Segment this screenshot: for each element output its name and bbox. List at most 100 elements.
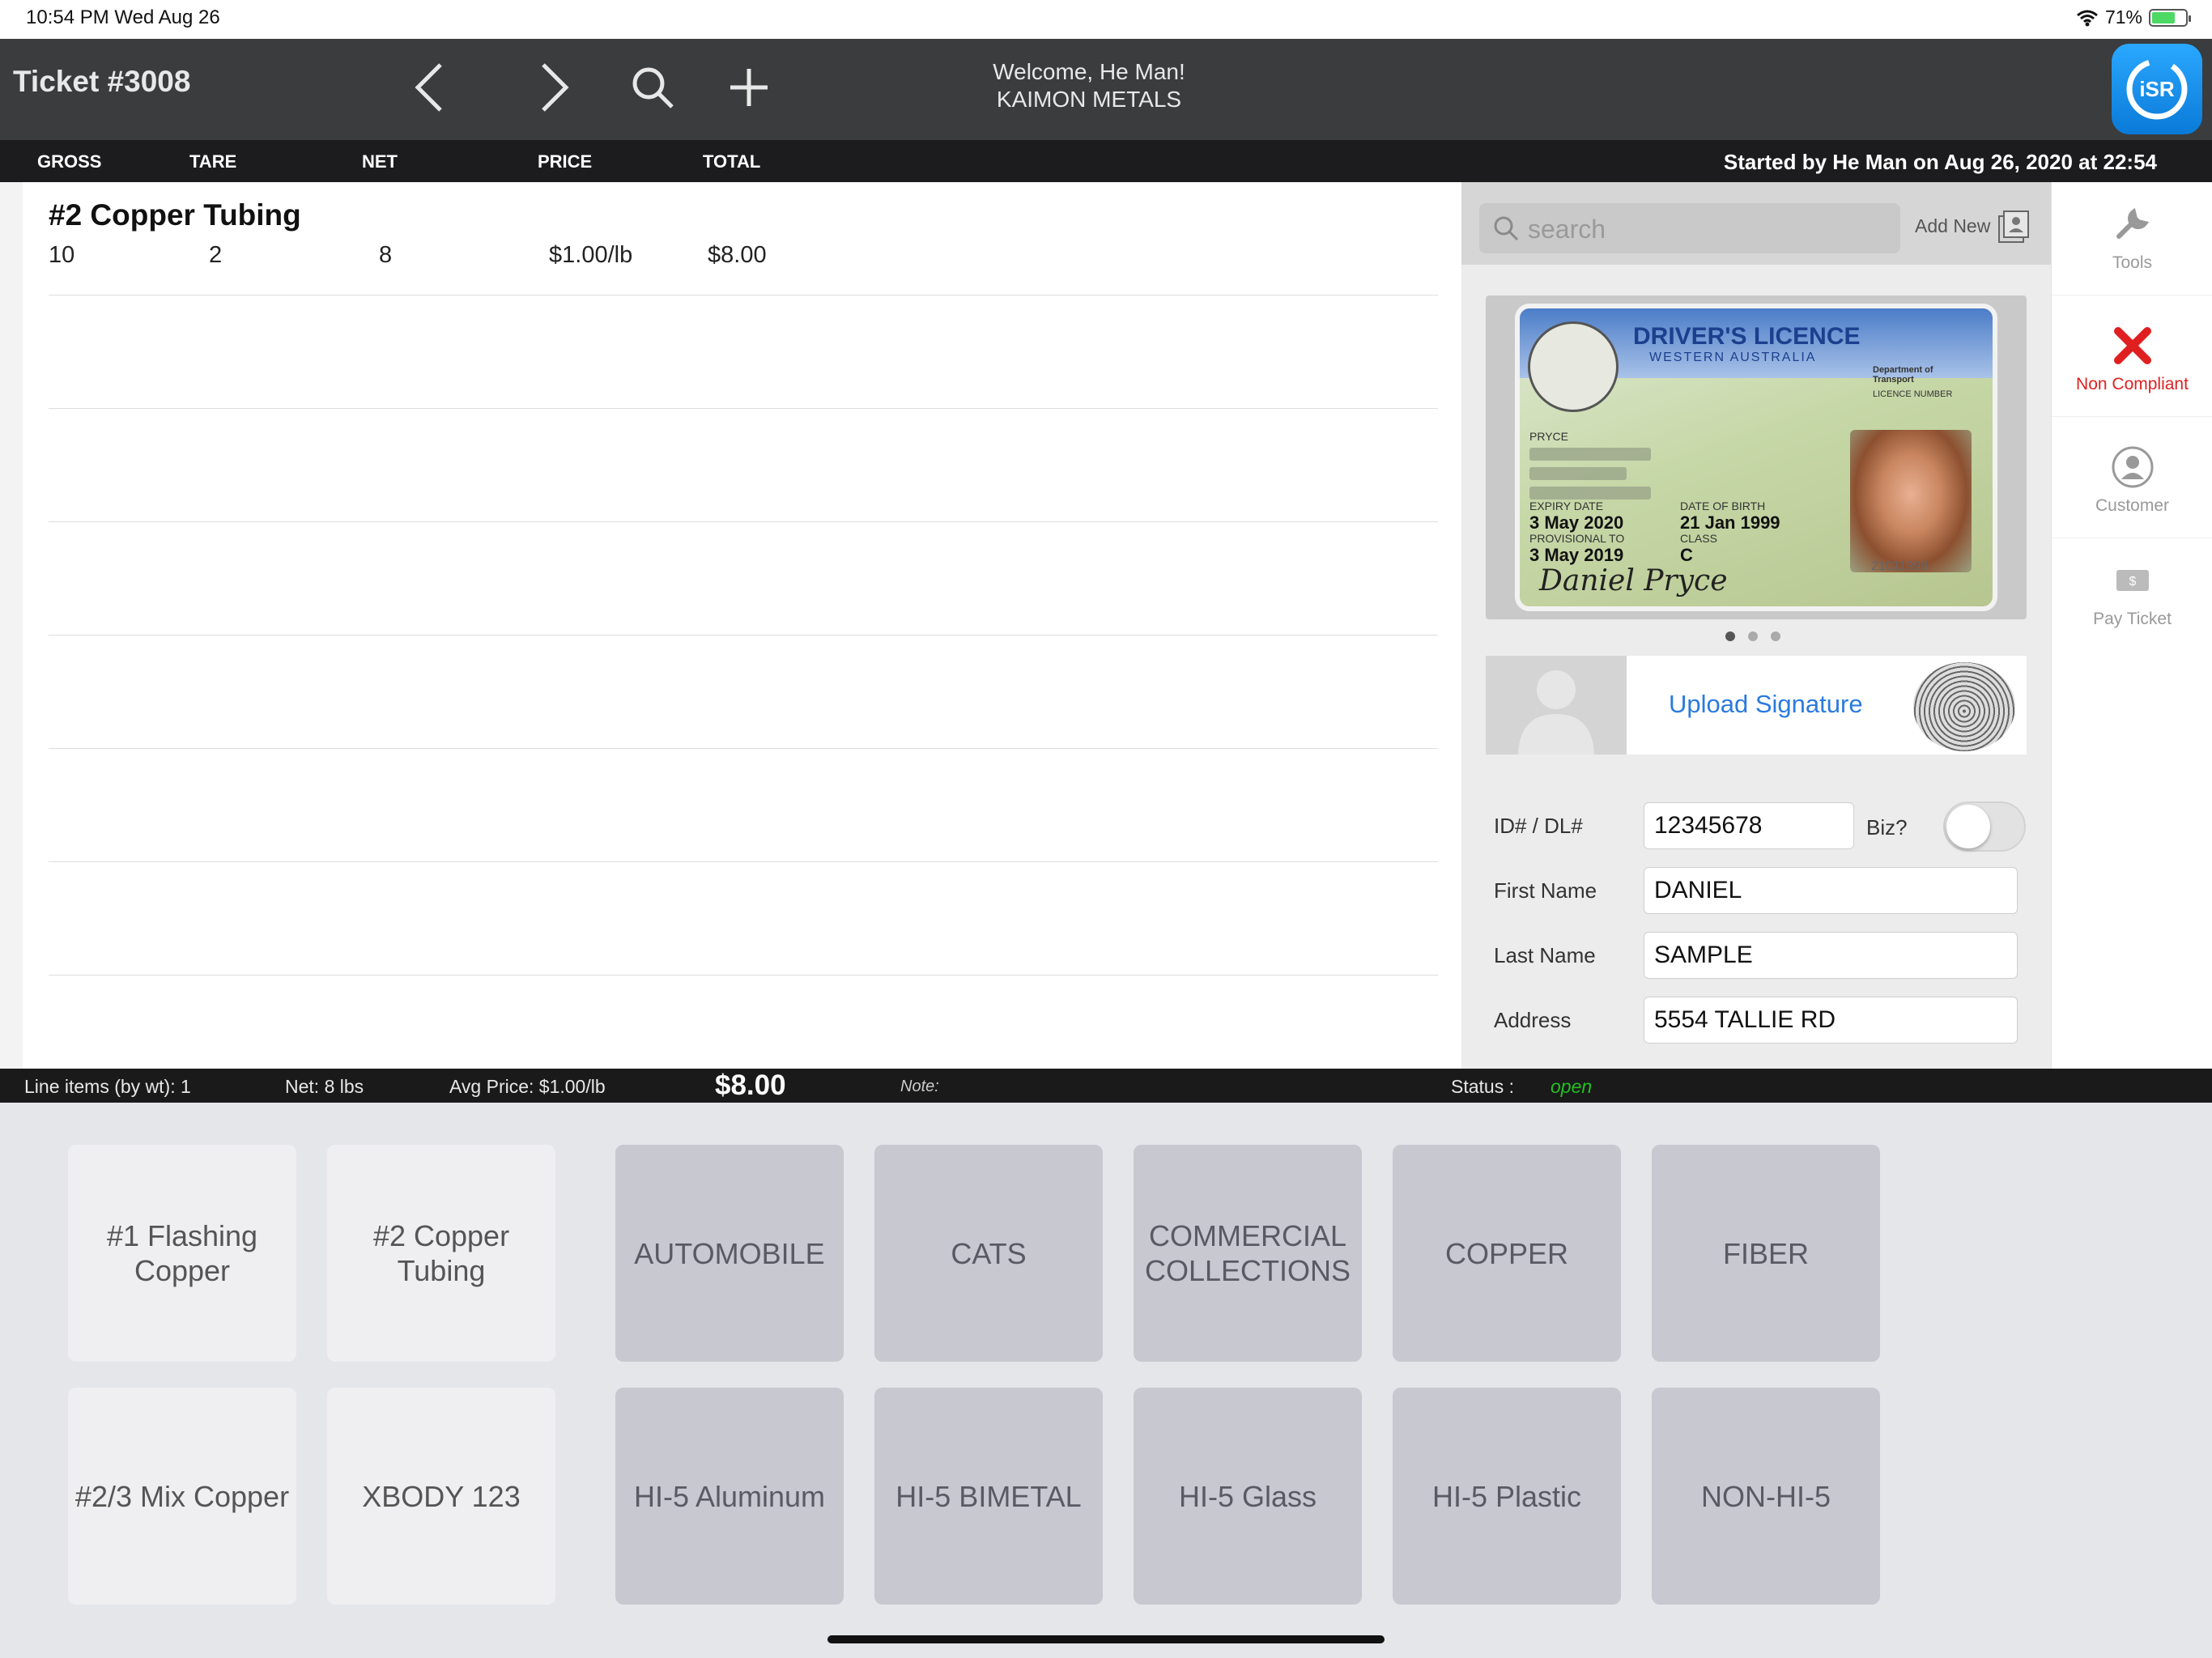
category-key[interactable]: HI-5 Aluminum (615, 1388, 844, 1605)
biz-toggle[interactable] (1943, 801, 2026, 852)
expiry-label: EXPIRY DATE (1529, 500, 1604, 512)
home-indicator[interactable] (827, 1635, 1385, 1643)
pay-ticket-button[interactable]: $ Pay Ticket (2052, 538, 2212, 652)
address-field[interactable] (1644, 997, 2018, 1044)
empty-row (49, 295, 1438, 409)
last-name-label: Last Name (1494, 943, 1596, 967)
card-number: 21011998 (1871, 559, 1928, 573)
note-field[interactable]: Note: (900, 1078, 939, 1096)
customer-panel: search Add New DRIVER'S LICENCE WESTERN … (1461, 182, 2051, 1069)
redacted-address (1529, 487, 1651, 500)
svg-text:$: $ (2129, 575, 2137, 589)
list-left-gutter (0, 182, 23, 1069)
right-toolbar: Tools Non Compliant Customer $ Pay Ticke… (2051, 182, 2212, 1069)
category-key[interactable]: FIBER (1652, 1145, 1880, 1362)
customer-photo-placeholder[interactable] (1486, 656, 1627, 755)
item-price: $1.00/lb (549, 242, 633, 268)
tools-button[interactable]: Tools (2052, 182, 2212, 295)
welcome-message: Welcome, He Man! KAIMON METALS (931, 58, 1247, 113)
new-ticket-button[interactable] (717, 55, 781, 120)
item-name: #2 Copper Tubing (49, 198, 301, 232)
category-key[interactable]: HI-5 BIMETAL (874, 1388, 1103, 1605)
status-value: open (1551, 1076, 1593, 1097)
search-placeholder: search (1528, 215, 1606, 244)
col-price: PRICE (538, 151, 593, 172)
carousel-dots[interactable] (1725, 631, 1780, 641)
next-ticket-button[interactable] (522, 55, 587, 120)
customer-search-input[interactable]: search (1479, 203, 1900, 253)
status-right: 71% (2076, 6, 2191, 28)
carousel-dot[interactable] (1725, 631, 1735, 641)
category-key[interactable]: CATS (874, 1145, 1103, 1362)
search-icon (1494, 216, 1519, 241)
licence-dept: Department of Transport (1873, 365, 1933, 385)
dob-label: DATE OF BIRTH (1680, 500, 1766, 512)
empty-row (49, 522, 1438, 636)
id-number-field[interactable] (1644, 802, 1854, 849)
category-key[interactable]: COMMERCIAL COLLECTIONS (1134, 1145, 1362, 1362)
logo-text: iSR (2139, 77, 2175, 101)
licence-title: DRIVER'S LICENCE (1633, 323, 1861, 350)
last-name-field[interactable] (1644, 932, 2018, 979)
redacted-name (1529, 448, 1651, 461)
battery-icon (2149, 8, 2191, 27)
person-silhouette-icon (1518, 670, 1594, 755)
chevron-right-icon (542, 63, 569, 112)
line-items-count: Line items (by wt): 1 (24, 1076, 191, 1097)
customer-button[interactable]: Customer (2052, 425, 2212, 538)
material-key[interactable]: XBODY 123 (327, 1388, 555, 1605)
material-key[interactable]: #2/3 Mix Copper (68, 1388, 296, 1605)
line-items-list: #2 Copper Tubing 10 2 8 $1.00/lb $8.00 (0, 182, 1449, 1069)
plus-icon (730, 69, 768, 106)
tools-label: Tools (2112, 253, 2153, 272)
licence-number-label: LICENCE NUMBER (1873, 389, 1953, 399)
category-key[interactable]: AUTOMOBILE (615, 1145, 844, 1362)
col-total: TOTAL (703, 151, 761, 172)
category-key[interactable]: NON-HI-5 (1652, 1388, 1880, 1605)
empty-row (49, 636, 1438, 749)
ticket-summary-bar: Line items (by wt): 1 Net: 8 lbs Avg Pri… (0, 1069, 2212, 1103)
toggle-knob (1946, 805, 1990, 848)
category-key[interactable]: HI-5 Plastic (1393, 1388, 1621, 1605)
search-ticket-button[interactable] (620, 55, 685, 120)
non-compliant-button[interactable]: Non Compliant (2052, 304, 2212, 417)
id-label: ID# / DL# (1494, 814, 1583, 838)
cash-icon: $ (2108, 556, 2157, 605)
line-item-row[interactable]: #2 Copper Tubing 10 2 8 $1.00/lb $8.00 (49, 182, 1438, 295)
fingerprint-icon[interactable] (1913, 662, 2015, 751)
battery-fill (2152, 11, 2176, 23)
category-key[interactable]: HI-5 Glass (1134, 1388, 1362, 1605)
id-image-carousel[interactable]: DRIVER'S LICENCE WESTERN AUSTRALIA Depar… (1486, 295, 2027, 619)
isr-logo[interactable]: iSR (2112, 44, 2202, 134)
ticket-total: $8.00 (715, 1069, 786, 1101)
customer-search-bar: search Add New (1461, 182, 2051, 265)
first-name-label: First Name (1494, 878, 1597, 903)
search-icon (632, 67, 674, 108)
carousel-dot[interactable] (1748, 631, 1758, 641)
signature-row: Upload Signature (1486, 656, 2027, 755)
address-label: Address (1494, 1008, 1572, 1032)
government-seal-icon (1528, 321, 1619, 412)
licence-signature: Daniel Pryce (1539, 564, 1728, 597)
battery-percent: 71% (2104, 6, 2142, 28)
customer-label: Customer (2095, 496, 2170, 515)
sync-logo-icon: iSR (2126, 58, 2188, 120)
pay-ticket-label: Pay Ticket (2093, 610, 2172, 628)
company-name: KAIMON METALS (996, 87, 1182, 112)
expiry-value: 3 May 2020 (1529, 512, 1624, 533)
ticket-title: Ticket #3008 (13, 65, 191, 98)
drivers-licence-image: DRIVER'S LICENCE WESTERN AUSTRALIA Depar… (1515, 304, 1997, 611)
material-key[interactable]: #2 Copper Tubing (327, 1145, 555, 1362)
red-x-icon (2108, 321, 2157, 370)
add-new-customer-button[interactable]: Add New (1915, 210, 2031, 245)
previous-ticket-button[interactable] (397, 55, 462, 120)
column-header-bar: GROSS TARE NET PRICE TOTAL Started by He… (0, 140, 2212, 182)
carousel-dot[interactable] (1771, 631, 1780, 641)
class-label: CLASS (1680, 532, 1717, 545)
material-key[interactable]: #1 Flashing Copper (68, 1145, 296, 1362)
chevron-left-icon (415, 63, 442, 112)
first-name-field[interactable] (1644, 867, 2018, 914)
upload-signature-button[interactable]: Upload Signature (1669, 690, 1863, 719)
licence-photo (1850, 430, 1972, 572)
category-key[interactable]: COPPER (1393, 1145, 1621, 1362)
